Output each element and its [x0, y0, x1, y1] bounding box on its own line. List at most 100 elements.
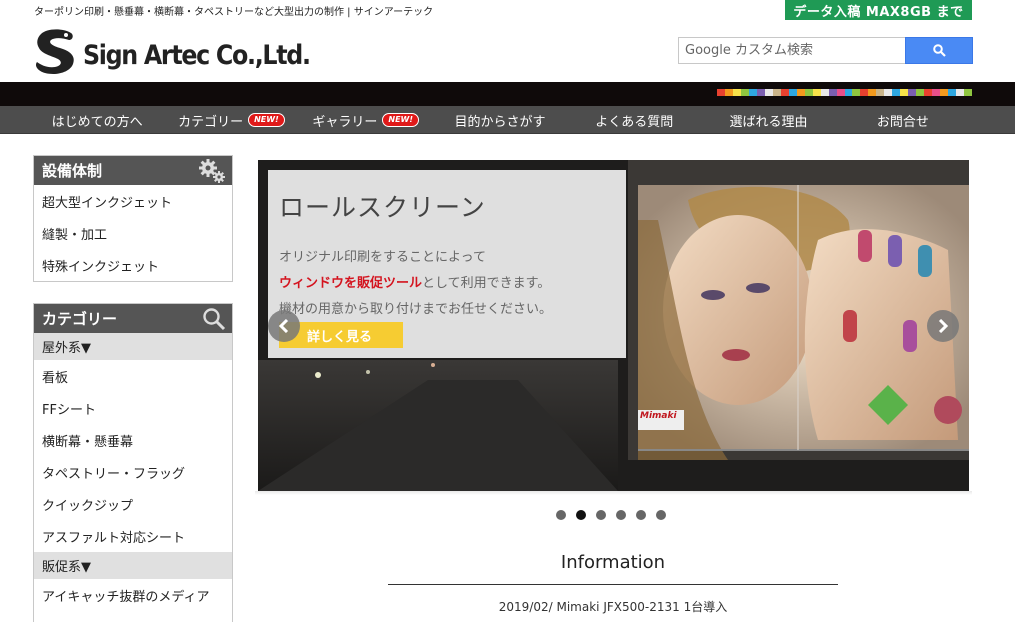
- gears-icon: [199, 159, 225, 183]
- color-strip-segment: [868, 89, 877, 96]
- color-strip-segment: [908, 89, 917, 96]
- color-strip-segment: [804, 89, 813, 96]
- color-strip-segment: [717, 89, 725, 96]
- color-strip-segment: [796, 89, 805, 96]
- slide-line-2-rest: として利用できます。: [422, 276, 551, 291]
- slider-dot[interactable]: [636, 510, 646, 520]
- slide-highlight: ウィンドウを販促ツール: [279, 276, 423, 291]
- slider-dot[interactable]: [556, 510, 566, 520]
- nav-item-label: ギャラリー: [312, 114, 378, 130]
- search-button[interactable]: [905, 37, 973, 64]
- slider-dot[interactable]: [616, 510, 626, 520]
- color-strip-segment: [964, 89, 972, 96]
- color-strip-segment: [724, 89, 733, 96]
- logo-text: Sign Artec Co.,Ltd.: [83, 39, 311, 71]
- equipment-link[interactable]: 超大型インクジェット: [34, 185, 232, 217]
- slider-shadow: [255, 491, 972, 495]
- color-strip-segment: [740, 89, 749, 96]
- nav-item[interactable]: はじめての方へ: [30, 106, 164, 134]
- color-strip-segment: [764, 89, 773, 96]
- promo-subheading[interactable]: 販促系▼: [34, 552, 232, 579]
- search-icon: [932, 44, 946, 57]
- color-strip-segment: [948, 89, 957, 96]
- color-strip-segment: [900, 89, 909, 96]
- color-strip-segment: [748, 89, 757, 96]
- next-slide-button[interactable]: [927, 310, 959, 342]
- category-heading: カテゴリー: [34, 304, 232, 333]
- nav-item-label: 選ばれる理由: [729, 114, 808, 130]
- category-link[interactable]: FFシート: [34, 392, 232, 424]
- equipment-link[interactable]: 特殊インクジェット: [34, 249, 232, 281]
- search-icon: [203, 308, 226, 331]
- color-strip-segment: [884, 89, 893, 96]
- information-divider: [388, 584, 838, 585]
- logo-mark-icon: [35, 29, 74, 74]
- information-item[interactable]: 2019/02/ Mimaki JFX500-2131 1台導入: [388, 598, 838, 615]
- category-box: カテゴリー 屋外系▼ 看板 FFシート 横断幕・懸垂幕 タペストリー・フラッグ クイック…: [33, 303, 233, 622]
- nav-item[interactable]: ギャラリー NEW!: [299, 106, 433, 134]
- color-strip-segment: [780, 89, 789, 96]
- category-link[interactable]: タペストリー・フラッグ: [34, 456, 232, 488]
- nav-item[interactable]: お問合せ: [836, 106, 970, 134]
- color-strip-segment: [956, 89, 965, 96]
- data-upload-banner[interactable]: データ入稿 MAX8GB まで: [785, 0, 972, 20]
- information-title: Information: [560, 552, 666, 573]
- color-strip-segment: [892, 89, 901, 96]
- chevron-right-icon: [938, 319, 949, 333]
- new-badge: NEW!: [382, 113, 420, 127]
- color-strip-segment: [916, 89, 925, 96]
- color-strip-segment: [852, 89, 861, 96]
- color-strip-segment: [860, 89, 869, 96]
- color-strip-segment: [924, 89, 933, 96]
- slider-dots: [556, 510, 666, 520]
- equipment-link[interactable]: 縫製・加工: [34, 217, 232, 249]
- slide-brand-sign: Mimaki: [640, 411, 677, 421]
- nav-item-label: カテゴリー: [178, 114, 244, 130]
- tagline: ターポリン印刷・懸垂幕・横断幕・タペストリーなど大型出力の制作 | サインアーテ…: [34, 7, 434, 18]
- color-strip-segment: [772, 89, 781, 96]
- color-strip-segment: [828, 89, 837, 96]
- category-link[interactable]: 看板: [34, 360, 232, 392]
- color-strip-segment: [876, 89, 885, 96]
- prev-slide-button[interactable]: [268, 310, 300, 342]
- slider-dot[interactable]: [596, 510, 606, 520]
- equipment-box: 設備体制 超大型インクジェット 縫製・加工 特殊インクジェット: [33, 155, 233, 282]
- slider-dot[interactable]: [656, 510, 666, 520]
- nav-item[interactable]: 目的からさがす: [433, 106, 567, 134]
- category-link[interactable]: クイックジップ: [34, 488, 232, 520]
- nav-item[interactable]: 選ばれる理由: [701, 106, 835, 134]
- color-strip-segment: [756, 89, 765, 96]
- color-strip-segment: [812, 89, 821, 96]
- main-nav: はじめての方へ カテゴリー NEW! ギャラリー NEW! 目的からさがす よくある質問 選ば…: [0, 106, 1015, 134]
- slider-dot[interactable]: [576, 510, 586, 520]
- color-strip: [717, 89, 972, 96]
- outdoor-subheading[interactable]: 屋外系▼: [34, 333, 232, 360]
- nav-item[interactable]: よくある質問: [567, 106, 701, 134]
- category-link[interactable]: アイキャッチ抜群のメディア: [34, 579, 232, 611]
- slide-title: ロールスクリーン: [279, 193, 486, 222]
- slide-line-1: オリジナル印刷をすることによって: [279, 250, 486, 265]
- nav-item[interactable]: カテゴリー NEW!: [164, 106, 298, 134]
- search-input[interactable]: [678, 37, 905, 64]
- new-badge: NEW!: [248, 113, 285, 127]
- logo[interactable]: Sign Artec Co.,Ltd.: [33, 26, 341, 78]
- color-strip-segment: [932, 89, 941, 96]
- nav-item-label: よくある質問: [595, 114, 674, 130]
- search-form: [678, 37, 973, 64]
- slide-line-2: ウィンドウを販促ツールとして利用できます。: [279, 272, 550, 291]
- color-strip-segment: [836, 89, 845, 96]
- nav-item-label: お問合せ: [876, 114, 929, 130]
- slide-line-3: 機材の用意から取り付けまでお任せください。: [279, 302, 553, 317]
- color-strip-segment: [940, 89, 949, 96]
- color-strip-segment: [844, 89, 853, 96]
- category-title: カテゴリー: [42, 310, 118, 328]
- chevron-left-icon: [278, 319, 289, 333]
- category-link[interactable]: 横断幕・懸垂幕: [34, 424, 232, 456]
- hero-slider: Mimaki ロールスクリーン オリジナル印刷をすることによって ウィンドウを販…: [258, 160, 969, 491]
- color-strip-segment: [820, 89, 829, 96]
- category-link[interactable]: アスファルト対応シート: [34, 520, 232, 552]
- nav-item-label: はじめての方へ: [51, 114, 143, 130]
- color-strip-segment: [732, 89, 741, 96]
- equipment-heading: 設備体制: [34, 156, 232, 185]
- slide-caption: ロールスクリーン オリジナル印刷をすることによって ウィンドウを販促ツールとして…: [268, 170, 626, 358]
